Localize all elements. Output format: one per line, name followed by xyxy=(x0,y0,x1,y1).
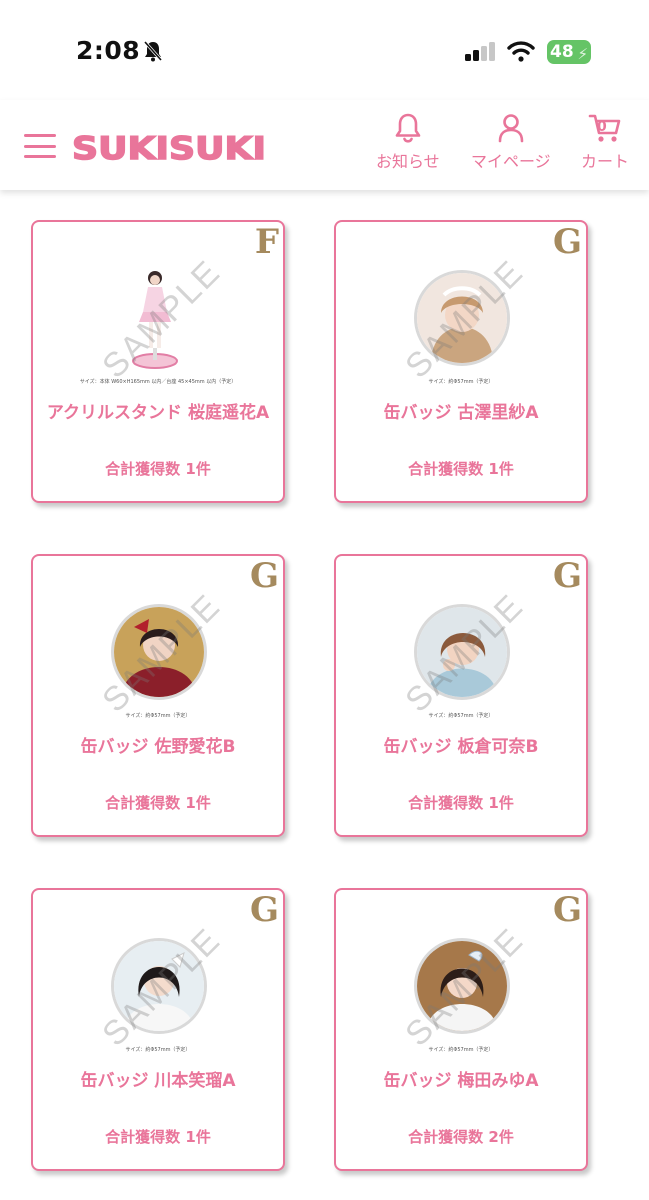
size-note: サイズ：約Φ57mm（予定） xyxy=(428,1047,494,1053)
prize-count: 合計獲得数 1件 xyxy=(408,460,514,478)
notifications-button[interactable]: お知らせ xyxy=(376,112,440,172)
status-bar: 2:08 48 ⚡ xyxy=(0,0,649,100)
prize-card[interactable]: G SAMPLE サイズ：約Φ57mm（予定） 缶バッジ 板倉可奈B 合計獲得数… xyxy=(334,554,588,837)
product-image: SAMPLE サイズ：本体 W60×H165mm 以内／台座 45×45mm 以… xyxy=(80,253,236,390)
prize-title: 缶バッジ 板倉可奈B xyxy=(383,737,539,757)
notifications-label: お知らせ xyxy=(376,152,440,171)
product-image: SAMPLE サイズ：約Φ57mm（予定） xyxy=(396,253,531,390)
user-icon xyxy=(498,114,524,143)
cart-label: カート xyxy=(581,152,630,171)
rank-letter: G xyxy=(552,556,582,596)
battery-indicator: 48 ⚡ xyxy=(547,40,591,64)
prize-count: 合計獲得数 1件 xyxy=(408,794,514,812)
mypage-label: マイページ xyxy=(471,152,551,171)
charging-icon: ⚡ xyxy=(577,45,588,63)
prize-card[interactable]: G SAMPLE サイズ：約Φ57mm（予定） 缶バッジ 川本笑瑠A 合計獲得数… xyxy=(31,888,285,1171)
size-note: サイズ：約Φ57mm（予定） xyxy=(428,379,494,385)
prize-title: 缶バッジ 古澤里紗A xyxy=(383,403,539,423)
prize-card[interactable]: G SAMPLE サイズ：約Φ57mm（予定） 缶バッジ 梅田みゆA 合計獲得数… xyxy=(334,888,588,1171)
prize-count: 合計獲得数 1件 xyxy=(105,794,211,812)
wifi-icon xyxy=(507,41,535,62)
prize-title: 缶バッジ 川本笑瑠A xyxy=(80,1071,236,1091)
product-image: SAMPLE サイズ：約Φ57mm（予定） xyxy=(93,587,228,724)
battery-level: 48 xyxy=(550,42,574,62)
signal-icon xyxy=(465,42,495,61)
svg-text:SUKISUKI: SUKISUKI xyxy=(72,131,266,164)
prize-title: 缶バッジ 佐野愛花B xyxy=(80,737,236,757)
status-time: 2:08 xyxy=(76,36,141,65)
hamburger-menu-icon[interactable] xyxy=(24,134,56,158)
rank-letter: G xyxy=(249,890,279,930)
product-image: SAMPLE サイズ：約Φ57mm（予定） xyxy=(396,921,531,1058)
prize-count: 合計獲得数 1件 xyxy=(105,1128,211,1146)
prize-count: 合計獲得数 2件 xyxy=(408,1128,514,1146)
cart-count-badge: 0 xyxy=(597,119,607,135)
rank-letter: G xyxy=(552,890,582,930)
rank-letter: G xyxy=(249,556,279,596)
bell-off-icon xyxy=(143,41,163,62)
size-note: サイズ：本体 W60×H165mm 以内／台座 45×45mm 以内（予定） xyxy=(79,379,237,385)
prize-grid: F SAMPLE サイズ：本体 W60×H165mm 以内／台座 45×45mm… xyxy=(0,190,649,1200)
mypage-button[interactable]: マイページ xyxy=(471,112,551,172)
size-note: サイズ：約Φ57mm（予定） xyxy=(428,713,494,719)
cart-button[interactable]: 0 カート xyxy=(581,112,629,172)
prize-count: 合計獲得数 1件 xyxy=(105,460,211,478)
rank-letter: G xyxy=(552,222,582,262)
rank-letter: F xyxy=(254,222,279,262)
product-image: SAMPLE サイズ：約Φ57mm（予定） xyxy=(396,587,531,724)
prize-card[interactable]: G SAMPLE サイズ：約Φ57mm（予定） 缶バッジ 佐野愛花B 合計獲得数… xyxy=(31,554,285,837)
prize-card[interactable]: F SAMPLE サイズ：本体 W60×H165mm 以内／台座 45×45mm… xyxy=(31,220,285,503)
bell-icon xyxy=(395,113,421,143)
app-header: SUKISUKI お知らせ マイページ 0 カート xyxy=(0,100,649,190)
size-note: サイズ：約Φ57mm（予定） xyxy=(125,1047,191,1053)
prize-card[interactable]: G SAMPLE サイズ：約Φ57mm（予定） 缶バッジ 古澤里紗A 合計獲得数… xyxy=(334,220,588,503)
sukisuki-logo[interactable]: SUKISUKI xyxy=(72,130,268,164)
product-image: SAMPLE サイズ：約Φ57mm（予定） xyxy=(93,921,228,1058)
prize-title: 缶バッジ 梅田みゆA xyxy=(383,1071,539,1091)
size-note: サイズ：約Φ57mm（予定） xyxy=(125,713,191,719)
prize-title: アクリルスタンド 桜庭遥花A xyxy=(46,403,270,423)
